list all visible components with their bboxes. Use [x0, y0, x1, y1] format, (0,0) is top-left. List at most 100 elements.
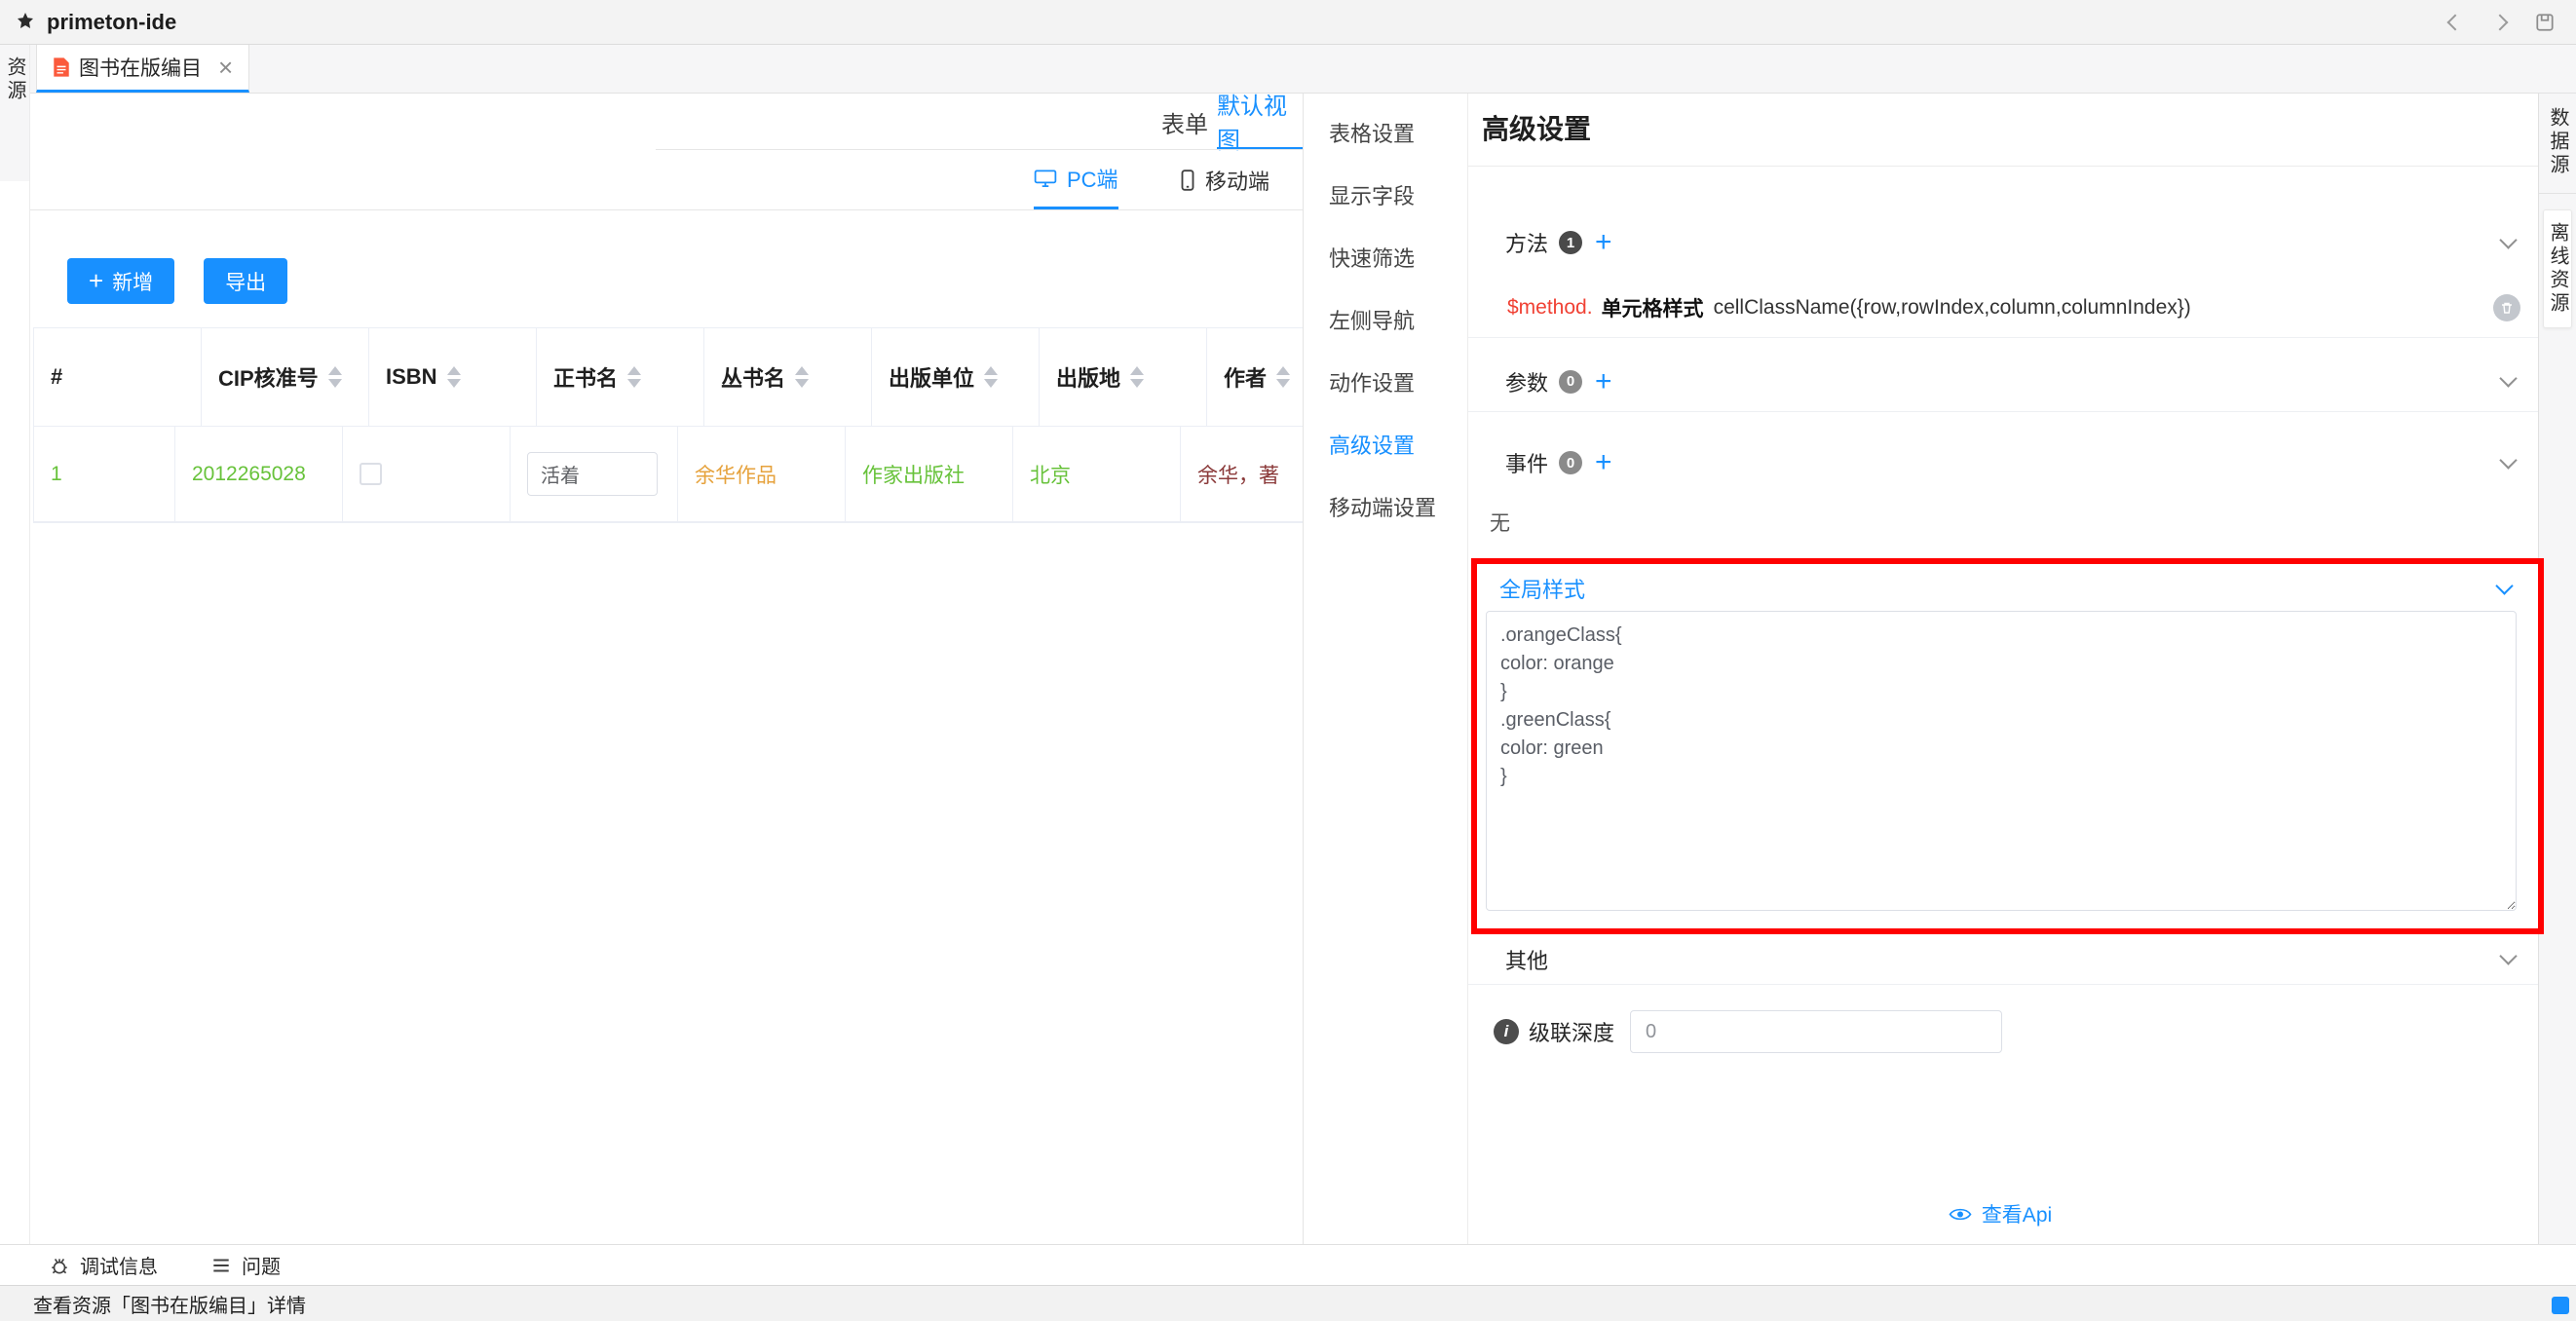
sort-icons — [1276, 366, 1290, 388]
table-header: # CIP核准号 ISBN — [34, 328, 1303, 427]
view-tabs: 表单 默认视图 — [30, 94, 1303, 150]
column-header[interactable]: 出版单位 — [872, 328, 1040, 427]
column-header[interactable]: 正书名 — [537, 328, 704, 427]
column-header-label: # — [51, 364, 62, 390]
debug-info-label: 调试信息 — [80, 1251, 158, 1279]
caret-down-icon — [795, 379, 809, 388]
save-button[interactable] — [2527, 5, 2562, 40]
book-title-input[interactable] — [527, 452, 658, 496]
notification-indicator[interactable] — [2552, 1297, 2569, 1314]
caret-up-icon — [447, 366, 461, 375]
titlebar: primeton-ide — [0, 0, 2576, 45]
settings-menu-item[interactable]: 动作设置 — [1304, 351, 1467, 413]
app-title: primeton-ide — [47, 10, 176, 35]
column-header[interactable]: 出版地 — [1040, 328, 1207, 427]
column-header[interactable]: # — [34, 328, 202, 427]
right-rail-tab-offline-resources[interactable]: 离线资源 — [2543, 209, 2572, 328]
add-param-button[interactable]: + — [1595, 367, 1612, 396]
settings-menu-item[interactable]: 显示字段 — [1304, 164, 1467, 226]
caret-down-icon — [1276, 379, 1290, 388]
document-tab-label: 图书在版编目 — [79, 53, 202, 82]
tab-mobile[interactable]: 移动端 — [1180, 150, 1269, 209]
delete-method-button[interactable] — [2493, 294, 2520, 321]
global-style-label[interactable]: 全局样式 — [1499, 573, 1585, 604]
workarea: 表单 默认视图 PC端 移动端 — [30, 94, 2576, 1244]
export-button[interactable]: 导出 — [204, 258, 287, 304]
column-header-label: 正书名 — [553, 361, 618, 393]
chevron-down-icon[interactable] — [2499, 947, 2517, 964]
issues-button[interactable]: 问题 — [210, 1251, 281, 1279]
cell-place: 北京 — [1013, 427, 1181, 522]
section-events-header[interactable]: 事件 0 + — [1468, 435, 2538, 490]
tab-close-icon[interactable]: × — [218, 55, 233, 80]
app-logo-icon — [14, 11, 37, 34]
chevron-right-icon — [2492, 14, 2509, 30]
cascade-depth-input[interactable] — [1630, 1010, 2002, 1053]
add-event-button[interactable]: + — [1595, 448, 1612, 477]
column-header-label: CIP核准号 — [218, 361, 319, 393]
add-button[interactable]: + 新增 — [67, 258, 174, 304]
tab-pc[interactable]: PC端 — [1034, 150, 1118, 209]
add-method-button[interactable]: + — [1595, 228, 1612, 257]
params-label: 参数 — [1505, 366, 1548, 397]
section-params-header[interactable]: 参数 0 + — [1468, 352, 2538, 412]
status-bar: 查看资源「图书在版编目」详情 — [0, 1285, 2576, 1321]
settings-menu-item[interactable]: 移动端设置 — [1304, 475, 1467, 538]
method-item: $method. 单元格样式 cellClassName({row,rowInd… — [1468, 278, 2538, 338]
settings-menu-item[interactable]: 左侧导航 — [1304, 288, 1467, 351]
column-header[interactable]: 丛书名 — [704, 328, 872, 427]
main-region: 资源 图书在版编目 × 表单 默认视图 — [0, 45, 2576, 1244]
right-rail-tab-datasource[interactable]: 数据源 — [2547, 107, 2568, 177]
caret-up-icon — [984, 366, 998, 375]
nav-forward-button[interactable] — [2482, 5, 2518, 40]
column-header[interactable]: 作者 — [1207, 328, 1303, 427]
document-icon — [53, 57, 70, 78]
cell-author: 余华，著 — [1181, 427, 1303, 522]
caret-down-icon — [627, 379, 641, 388]
center-column: 图书在版编目 × 表单 默认视图 PC端 — [30, 45, 2576, 1244]
nav-back-button[interactable] — [2438, 5, 2473, 40]
chevron-down-icon[interactable] — [2499, 451, 2517, 469]
caret-down-icon — [984, 379, 998, 388]
tab-default-view[interactable]: 默认视图 — [1217, 94, 1303, 150]
column-header[interactable]: CIP核准号 — [202, 328, 369, 427]
tab-mobile-label: 移动端 — [1205, 165, 1269, 196]
chevron-down-icon[interactable] — [2499, 231, 2517, 248]
settings-content: 高级设置 方法 1 + $method. 单元格样式 cellClassName… — [1468, 94, 2538, 1244]
document-tab[interactable]: 图书在版编目 × — [36, 45, 249, 93]
debug-info-button[interactable]: 调试信息 — [49, 1251, 158, 1279]
methods-count-badge: 1 — [1559, 231, 1582, 254]
device-tabs: PC端 移动端 — [30, 150, 1303, 210]
chevron-down-icon[interactable] — [2495, 577, 2513, 594]
method-prefix: $method. — [1507, 296, 1593, 320]
left-rail-tab-resources[interactable]: 资源 — [4, 57, 25, 103]
cascade-depth-label: 级联深度 — [1529, 1016, 1614, 1047]
section-other-header[interactable]: 其他 — [1468, 934, 2538, 985]
events-label: 事件 — [1505, 447, 1548, 478]
left-rail: 资源 — [0, 45, 30, 1244]
trash-icon — [2500, 301, 2514, 315]
caret-up-icon — [1276, 366, 1290, 375]
global-style-textarea[interactable]: .orangeClass{ color: orange } .greenClas… — [1486, 611, 2517, 911]
column-header[interactable]: ISBN — [369, 328, 537, 427]
isbn-checkbox[interactable] — [360, 463, 382, 485]
cell-index: 1 — [34, 427, 175, 522]
section-global-style-header[interactable]: 全局样式 — [1486, 566, 2517, 611]
table-toolbar: + 新增 导出 — [67, 258, 1303, 304]
settings-menu-item[interactable]: 高级设置 — [1304, 413, 1467, 475]
settings-menu-item[interactable]: 表格设置 — [1304, 101, 1467, 164]
add-button-label: 新增 — [112, 267, 153, 296]
other-label: 其他 — [1505, 944, 1548, 975]
status-text: 查看资源「图书在版编目」详情 — [33, 1290, 306, 1318]
column-header-label: ISBN — [386, 364, 437, 390]
cell-publisher: 作家出版社 — [846, 427, 1013, 522]
settings-menu-item[interactable]: 快速筛选 — [1304, 226, 1467, 288]
view-api-link[interactable]: 查看Api — [1982, 1199, 2052, 1228]
column-header-label: 作者 — [1224, 361, 1267, 393]
chevron-down-icon[interactable] — [2499, 369, 2517, 387]
tab-form[interactable]: 表单 — [1161, 94, 1208, 150]
section-methods-header[interactable]: 方法 1 + — [1468, 215, 2538, 270]
divider — [2539, 193, 2576, 194]
settings-panel: 表格设置 显示字段 快速筛选 左侧导航 动作设置 高级设置 移动端设置 — [1303, 94, 2538, 1244]
column-header-label: 出版地 — [1056, 361, 1120, 393]
